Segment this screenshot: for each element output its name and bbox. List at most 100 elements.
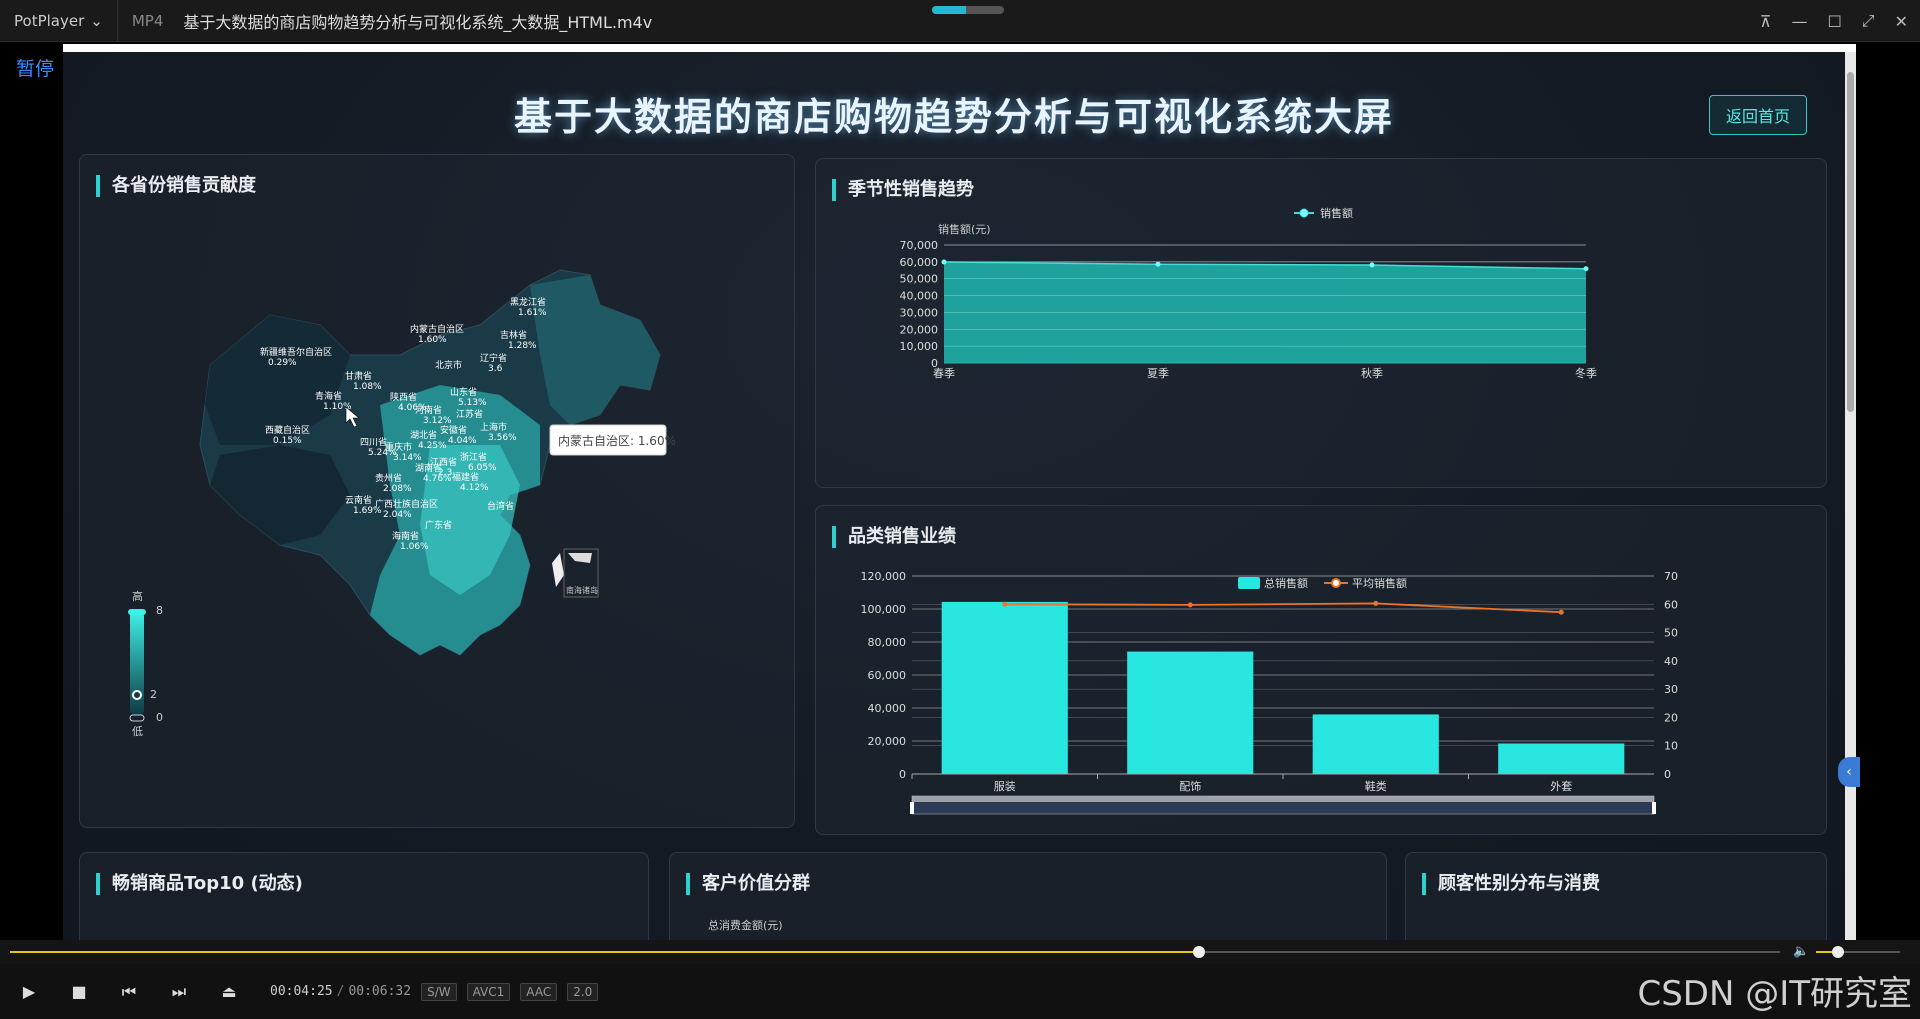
avg-point[interactable] [1187,602,1193,608]
y-tick-label: 20,000 [900,323,939,336]
seek-track[interactable] [10,946,1780,958]
fullscreen-icon[interactable]: ⤢ [1862,11,1875,31]
y-right-tick-label: 10 [1664,740,1678,753]
province-map-panel: 各省份销售贡献度 南海诸岛 黑龙江省 1.61% 吉林省 1.28% 内蒙古自治… [79,154,795,828]
tag-sw[interactable]: S/W [421,982,457,1001]
maximize-icon[interactable]: ☐ [1827,12,1841,31]
volume-slider[interactable] [1816,946,1900,958]
legend-min-label: 0 [156,711,163,724]
customer-value-panel: 客户价值分群 总消费金额(元) [669,852,1387,940]
province-value-label: 3.6 [488,364,503,374]
province-name-label: 江西省 [430,456,457,468]
page-scrollbar[interactable] [1845,52,1856,940]
legend-mid-label: 2 [150,688,157,701]
dashboard-title: 基于大数据的商店购物趋势分析与可视化系统大屏 [513,95,1394,139]
legend-line-label[interactable]: 平均销售额 [1352,576,1407,590]
seek-knob[interactable] [1193,946,1206,958]
gender-distribution-panel: 顾客性别分布与消费 [1405,852,1827,940]
eject-button[interactable]: ⏏ [204,967,254,1017]
volume-knob[interactable] [1831,946,1844,958]
province-name-label: 云南省 [345,494,372,506]
scrollbar-thumb[interactable] [1847,72,1854,412]
play-button[interactable]: ▶ [4,967,54,1017]
y-right-tick-label: 40 [1664,655,1678,668]
datazoom-handle-right[interactable] [1652,802,1656,814]
side-collapse-button[interactable]: ‹ [1838,757,1860,787]
legend-track [129,714,145,722]
data-point[interactable] [941,259,947,265]
avg-point[interactable] [1002,601,1008,607]
bar[interactable] [941,601,1068,774]
province-name-label: 重庆市 [385,441,412,453]
x-tick-label: 配饰 [1179,779,1201,793]
province-value-label: 1.61% [518,308,547,318]
province-name-label: 广东省 [425,519,452,531]
volume-icon[interactable]: 🔈 [1793,944,1809,959]
province-value-label: 2.08% [383,484,412,494]
y-left-tick-label: 60,000 [868,669,907,682]
player-menu-button[interactable]: PotPlayer ⌄ [0,0,118,41]
legend-bar-label[interactable]: 总销售额 [1264,576,1308,590]
province-name-label: 广西壮族自治区 [375,498,438,510]
province-name-label: 山东省 [450,386,477,398]
title-progress-indicator [932,6,1004,14]
province-value-label: 6.05% [468,463,497,473]
y-right-tick-label: 50 [1664,627,1678,640]
current-time: 00:04:25 [270,984,333,999]
dashboard: 基于大数据的商店购物趋势分析与可视化系统大屏 返回首页 各省份销售贡献度 南海诸… [63,52,1845,940]
y-tick-label: 10,000 [900,340,939,353]
province-value-label: 3.14% [393,453,422,463]
y-right-tick-label: 20 [1664,711,1678,724]
pin-icon[interactable]: ⊼ [1760,12,1772,31]
province-name-label: 海南省 [392,530,419,542]
avg-line [1004,602,1562,614]
data-point[interactable] [1155,261,1161,267]
tag-audio-codec[interactable]: AAC [520,982,558,1001]
y-left-tick-label: 100,000 [861,603,907,616]
bar[interactable] [1498,743,1625,774]
map-tooltip: 内蒙古自治区: 1.60% [549,424,676,456]
panel-title: 客户价值分群 [686,873,810,895]
tag-channels[interactable]: 2.0 [567,982,599,1001]
video-frame[interactable]: 基于大数据的商店购物趋势分析与可视化系统大屏 返回首页 各省份销售贡献度 南海诸… [63,44,1856,940]
province-name-label: 内蒙古自治区 [410,323,464,335]
tag-video-codec[interactable]: AVC1 [466,982,511,1001]
datazoom-handle-left[interactable] [910,802,914,814]
province-name-label: 湖北省 [410,429,437,441]
previous-button[interactable]: ⏮ [104,967,154,1017]
avg-point[interactable] [1373,600,1379,606]
china-map[interactable]: 南海诸岛 黑龙江省1.61% 吉林省1.28% 内蒙古自治区1.60% 新疆维吾尔自治… [80,155,796,829]
top10-products-panel: 畅销商品Top10 (动态) [79,852,649,940]
province-value-label: 2.3 [438,468,452,478]
legend-label[interactable]: 销售额 [1320,206,1353,220]
play-icon: ▶ [22,982,36,1001]
file-format: MP4 [131,11,164,30]
legend-handle [132,690,142,700]
back-home-button[interactable]: 返回首页 [1709,95,1807,135]
close-icon[interactable]: ✕ [1895,12,1908,31]
stop-icon: ■ [71,982,87,1001]
legend-marker [1299,208,1309,218]
category-chart[interactable]: 0 20,000 40,000 60,000 80,000 100,000 120,000 0… [816,506,1828,836]
datazoom-range[interactable] [912,796,1654,802]
avg-point[interactable] [1558,609,1564,615]
legend-line-marker [1331,578,1341,588]
province-value-label: 4.04% [448,436,477,446]
bar[interactable] [1312,714,1439,774]
bar[interactable] [1127,651,1254,774]
province-name-label: 江苏省 [456,408,483,420]
next-button[interactable]: ⏭ [154,967,204,1017]
y-left-tick-label: 0 [899,768,906,781]
season-chart[interactable]: 销售额(元)010,00020,00030,00040,00050,00060,… [816,159,1828,489]
window-controls: ⊼ — ☐ ⤢ ✕ [1760,0,1908,42]
data-point[interactable] [1583,266,1589,272]
stop-button[interactable]: ■ [54,967,104,1017]
minimize-icon[interactable]: — [1791,12,1807,31]
y-right-tick-label: 70 [1664,570,1678,583]
x-tick-label: 夏季 [1147,367,1169,380]
y-tick-label: 60,000 [900,256,939,269]
visual-map-legend[interactable]: 高 8 2 0 低 [128,589,163,738]
seek-fill [10,951,1200,953]
data-point[interactable] [1369,262,1375,268]
province-value-label: 1.08% [353,382,382,392]
